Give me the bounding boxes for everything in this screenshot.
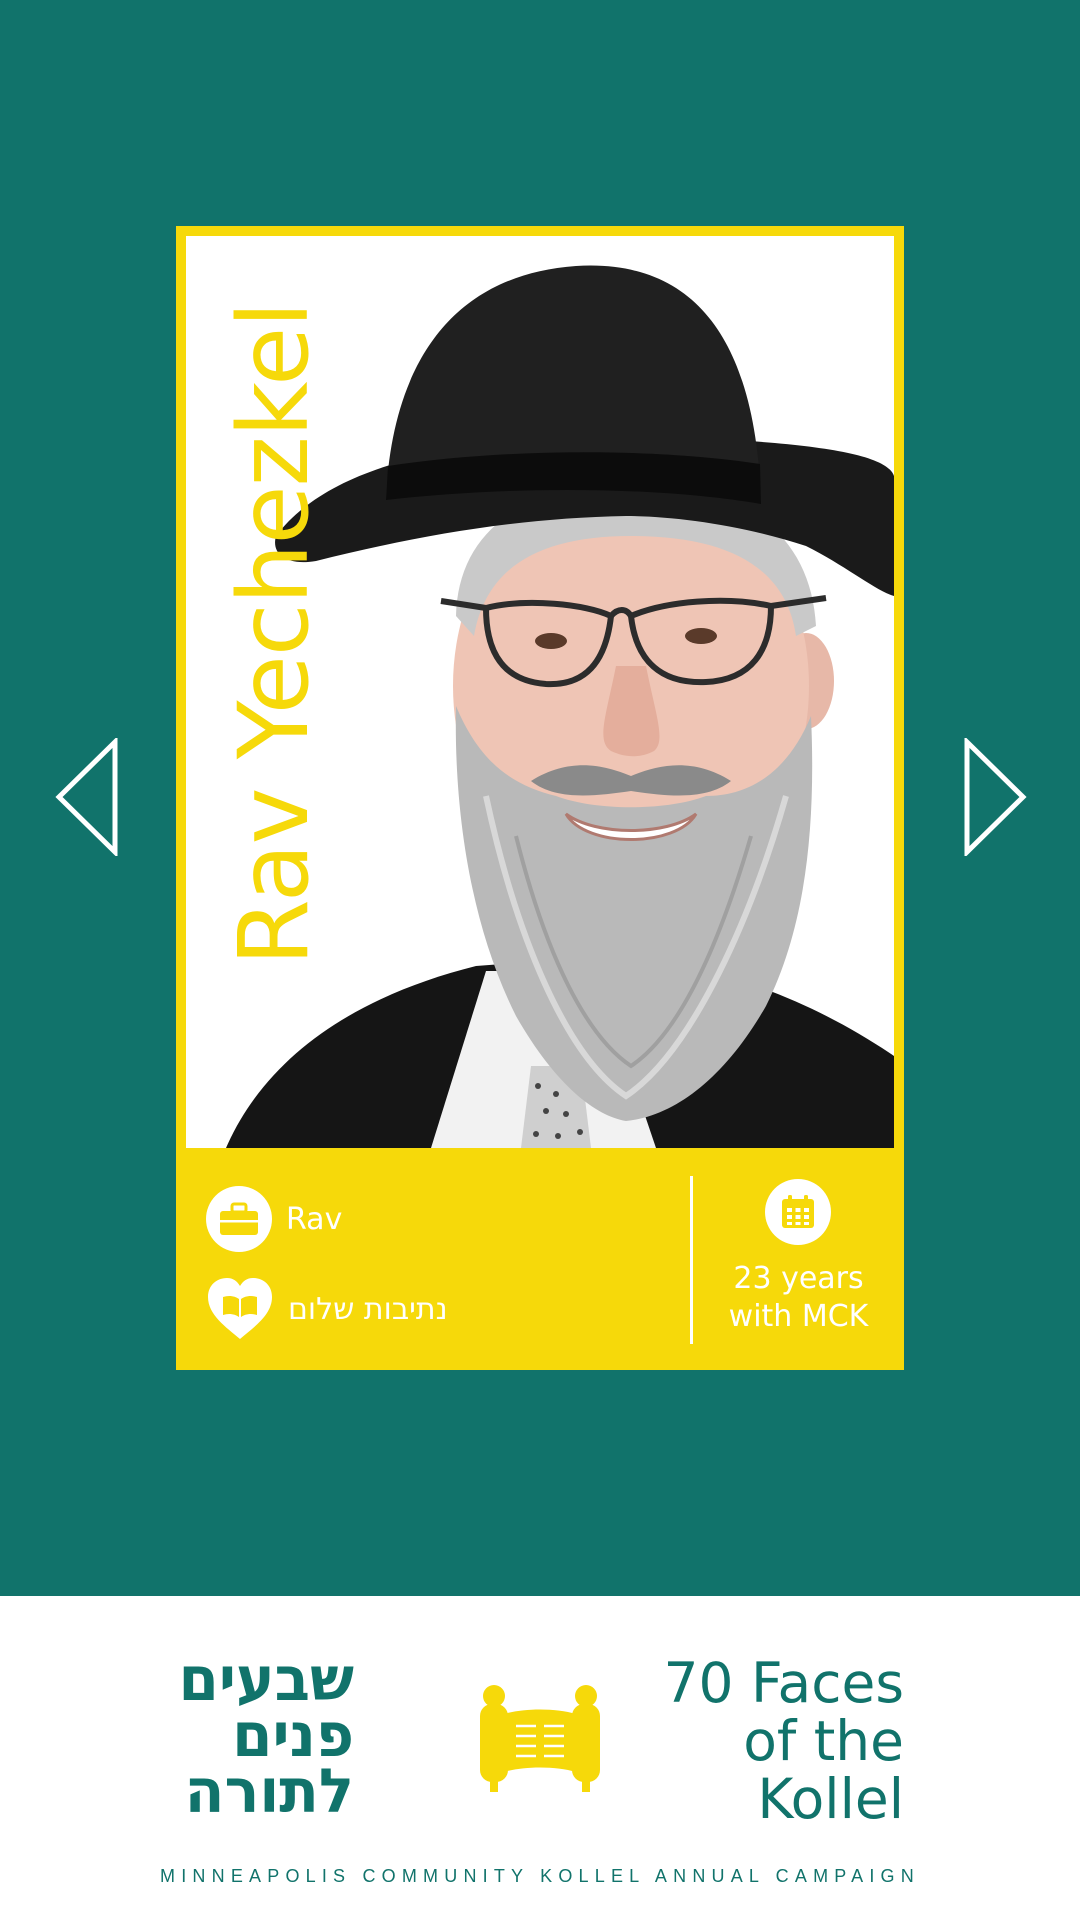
role-label: Rav [286, 1201, 343, 1237]
profile-card: Rav Yechezkel Rav נתיבות שלום 23 years w… [176, 226, 904, 1370]
english-title-line: of the [743, 1709, 904, 1773]
triangle-left-outline-icon [55, 736, 118, 858]
english-title-line: Kollel [757, 1767, 904, 1831]
tenure-block: 23 years with MCK [693, 1148, 904, 1370]
role-row: Rav [206, 1185, 342, 1253]
calendar-icon [765, 1179, 831, 1245]
tenure-suffix: with MCK [728, 1299, 869, 1334]
triangle-right-outline-icon [964, 736, 1027, 858]
english-title-line: 70 Faces [663, 1651, 905, 1715]
hebrew-title: שבעים פנים לתורה [174, 1649, 354, 1827]
torah-scroll-icon [480, 1685, 600, 1792]
profile-name: Rav Yechezkel [218, 273, 330, 995]
next-arrow-button[interactable] [963, 736, 1027, 858]
profile-name-text: Rav Yechezkel [218, 302, 330, 966]
tenure-text: 23 years with MCK [693, 1260, 904, 1336]
info-bar: Rav נתיבות שלום 23 years with MCK [176, 1148, 904, 1370]
briefcase-icon [206, 1186, 272, 1252]
profile-photo: Rav Yechezkel [186, 236, 894, 1148]
hero-section: Rav Yechezkel Rav נתיבות שלום 23 years w… [0, 0, 1080, 1596]
program-label: נתיבות שלום [288, 1291, 448, 1327]
campaign-tagline: MINNEAPOLIS COMMUNITY KOLLEL ANNUAL CAMP… [160, 1866, 920, 1886]
tenure-years: 23 years [733, 1261, 864, 1296]
program-row: נתיבות שלום [206, 1275, 448, 1343]
english-title: 70 Faces of the Kollel [640, 1651, 905, 1831]
previous-arrow-button[interactable] [55, 736, 119, 858]
heart-book-icon [208, 1278, 272, 1339]
hebrew-title-line: לתורה [184, 1755, 354, 1827]
footer: שבעים פנים לתורה 70 Faces of the Kollel … [0, 1596, 1080, 1920]
